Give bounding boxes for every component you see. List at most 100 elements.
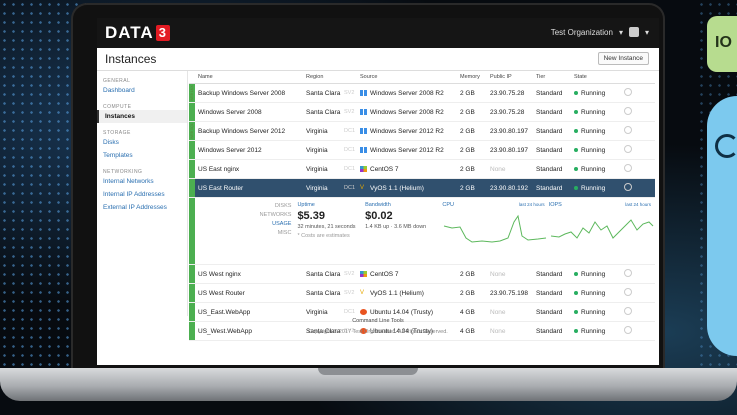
instance-region: Santa Clara [306,270,341,278]
windows-icon [360,109,367,115]
sidebar-item-internal-networks[interactable]: Internal Networks [97,175,187,188]
source-label: VyOS 1.1 (Helium) [370,289,424,297]
column-tier[interactable]: Tier [536,74,574,80]
instance-datacenter: DC1 [344,166,356,172]
instance-memory: 2 GB [460,108,475,116]
column-public-ip[interactable]: Public IP [490,74,536,80]
command-line-tools-link[interactable]: Command Line Tools [97,318,659,324]
row-settings-icon[interactable] [624,164,638,174]
instance-name[interactable]: US_East.WebApp [195,309,306,316]
instance-source: V VyOS 1.1 (Helium) [360,185,460,192]
table-row[interactable]: Backup Windows Server 2012 Virginia DC1 … [189,122,655,141]
table-row[interactable]: US East Router Virginia DC1 V VyOS 1.1 (H… [189,179,655,198]
column-name[interactable]: Name [195,74,306,80]
state-label: Running [581,308,606,316]
sidebar-item-external-ip-addresses[interactable]: External IP Addresses [97,201,187,214]
detail-tab-networks[interactable]: NETWORKS [195,211,292,220]
vyos-icon: V [360,290,365,296]
source-label: Windows Server 2012 R2 [370,146,444,154]
state-label: Running [581,165,606,173]
instance-region: Virginia [306,146,328,154]
status-dot-icon [574,272,578,276]
app-screen: DATA 3 Test Organization ▾ ▾ Instances N… [97,18,659,365]
instance-public-ip: 23.90.80.197 [490,127,528,135]
brand-logo[interactable]: DATA 3 [105,23,170,43]
instance-name[interactable]: US East Router [195,185,306,192]
instance-state: Running [574,128,624,135]
instance-public-ip: 23.90.75.28 [490,89,525,97]
instance-name[interactable]: Windows Server 2008 [195,109,306,116]
instance-source: Windows Server 2012 R2 [360,128,460,135]
source-label: CentOS 7 [370,270,399,278]
bandwidth-block: Bandwidth $0.02 1.4 KB up · 3.6 MB down [365,198,442,264]
instance-tier: Standard [536,165,563,173]
instance-tier: Standard [536,289,563,297]
instance-name[interactable]: Backup Windows Server 2008 [195,90,306,97]
instance-region: Santa Clara [306,289,341,297]
instance-state: Running [574,271,624,278]
state-label: Running [581,127,606,135]
row-settings-icon[interactable] [624,307,638,317]
row-settings-icon[interactable] [624,126,638,136]
instance-tier: Standard [536,308,563,316]
new-instance-button[interactable]: New Instance [597,52,649,65]
table-row[interactable]: Windows Server 2012 Virginia DC1 Windows… [189,141,655,160]
windows-icon [360,90,367,96]
instance-tier: Standard [536,127,563,135]
avatar[interactable] [628,27,639,37]
detail-tab-usage[interactable]: USAGE [195,220,291,229]
sidebar-item-instances[interactable]: Instances [97,110,187,123]
sticker-logo-icon [715,134,737,158]
sidebar-item-templates[interactable]: Templates [97,149,187,162]
footer: Command Line Tools Copyright © 2017 Test… [97,318,659,335]
status-dot-icon [574,148,578,152]
cost-note: * Costs are estimates [297,233,350,239]
uptime-value: $5.39 [297,210,325,222]
instance-name[interactable]: US East nginx [195,166,306,173]
instance-datacenter: DC1 [344,309,356,315]
instance-name[interactable]: US West Router [195,290,306,297]
table-row[interactable]: US West Router Santa Clara SV2 V VyOS 1.1… [189,284,655,303]
row-settings-icon[interactable] [624,145,638,155]
row-settings-icon[interactable] [624,107,638,117]
instance-name[interactable]: US West nginx [195,271,306,278]
sidebar-item-disks[interactable]: Disks [97,136,187,149]
row-settings-icon[interactable] [624,88,638,98]
instance-source: Windows Server 2008 R2 [360,90,460,97]
table-row[interactable]: Backup Windows Server 2008 Santa Clara S… [189,84,655,103]
instance-state: Running [574,109,624,116]
copyright-text: Copyright © 2017 Test Organization. All … [308,329,448,335]
row-settings-icon[interactable] [624,269,638,279]
detail-tab-misc[interactable]: MISC [195,229,292,238]
instance-source: CentOS 7 [360,166,460,173]
row-settings-icon[interactable] [624,288,638,298]
instance-state: Running [574,90,624,97]
instance-source: Windows Server 2008 R2 [360,109,460,116]
sidebar-item-dashboard[interactable]: Dashboard [97,84,187,97]
instance-state: Running [574,147,624,154]
chevron-down-icon: ▾ [618,27,623,37]
uptime-label: Uptime [297,202,315,208]
detail-tabs: DISKS NETWORKS USAGE MISC [195,198,298,264]
table-row[interactable]: US East nginx Virginia DC1 CentOS 7 2 GB… [189,160,655,179]
sidebar-item-internal-ip-addresses[interactable]: Internal IP Addresses [97,188,187,201]
instance-state: Running [574,290,624,297]
instance-state: Running [574,185,624,192]
chevron-down-icon: ▾ [644,27,649,37]
row-settings-icon[interactable] [624,183,638,193]
bandwidth-transfer: 1.4 KB up · 3.6 MB down [365,224,427,230]
instance-name[interactable]: Backup Windows Server 2012 [195,128,306,135]
column-source[interactable]: Source [360,74,460,80]
column-region[interactable]: Region [306,74,344,80]
group-tag: WEB LNX [190,85,194,101]
status-dot-icon [574,129,578,133]
instance-name[interactable]: Windows Server 2012 [195,147,306,154]
detail-tab-disks[interactable]: DISKS [195,202,292,211]
table-row[interactable]: Windows Server 2008 Santa Clara SV2 Wind… [189,103,655,122]
column-memory[interactable]: Memory [460,74,490,80]
org-menu[interactable]: Test Organization ▾ ▾ [551,27,649,37]
instance-memory: 2 GB [460,146,475,154]
instance-datacenter: SV2 [344,109,355,115]
table-row[interactable]: US West nginx Santa Clara SV2 CentOS 7 2… [189,265,655,284]
column-state[interactable]: State [574,74,624,80]
